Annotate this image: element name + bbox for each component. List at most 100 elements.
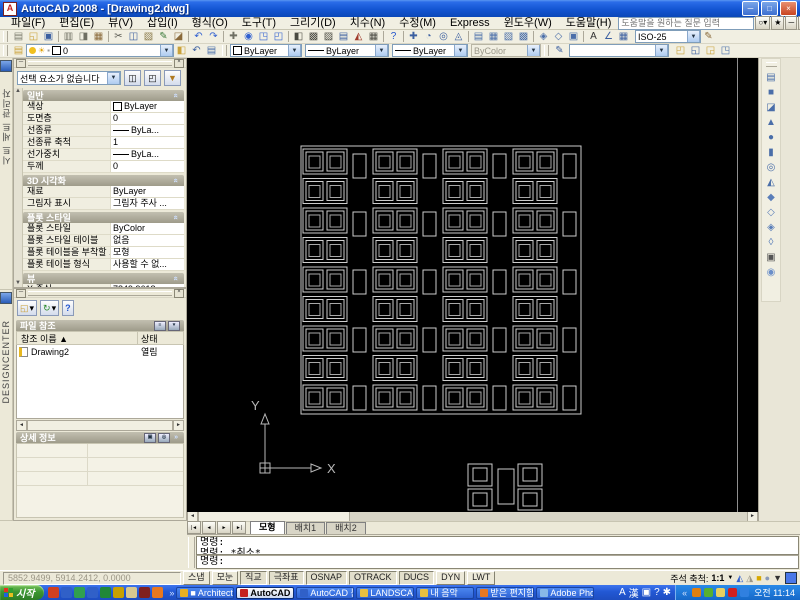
language-lang-hanja-icon[interactable]: 漢 <box>629 585 639 600</box>
3d-array-icon[interactable]: ▣ <box>566 30 581 43</box>
tab-배치2[interactable]: 배치2 <box>326 522 366 534</box>
pickadd-toggle-button[interactable]: ◫ <box>124 70 141 86</box>
mdi-minimize-button[interactable]: ─ <box>785 16 798 30</box>
language-ime-help-icon[interactable]: ? <box>654 587 660 598</box>
property-value[interactable]: ByLa... <box>111 125 184 136</box>
property-value[interactable]: ByLayer <box>111 101 184 112</box>
sweep-icon[interactable]: ◈ <box>764 220 779 235</box>
named-views-icon[interactable]: ◬ <box>451 30 466 43</box>
tray-clock-icon[interactable] <box>716 588 726 597</box>
loft-icon[interactable]: ◊ <box>764 235 779 250</box>
scroll-left-icon[interactable]: ◄ <box>16 419 27 431</box>
xref-frame-icon[interactable]: ◲ <box>703 44 718 57</box>
quicklaunch-outlook-icon[interactable] <box>74 587 86 598</box>
taskbar-button[interactable]: ■ Architect ... <box>176 586 235 599</box>
quicklaunch-media-player-icon[interactable] <box>139 587 151 598</box>
palette-close-icon[interactable]: × <box>174 58 184 68</box>
menu-item[interactable]: 수정(M) <box>392 17 443 29</box>
taskbar-button[interactable]: Adobe Phot... <box>536 586 595 599</box>
menu-item[interactable]: Express <box>443 17 497 29</box>
dim-style-combo[interactable]: ISO-25 ▼ <box>635 30 701 43</box>
start-button[interactable]: 시작 <box>0 585 45 600</box>
taskbar-button[interactable]: LANDSCAPE <box>356 586 415 599</box>
status-toggle-OSNAP[interactable]: OSNAP <box>305 571 348 585</box>
plot-icon[interactable]: ▥ <box>61 30 76 43</box>
quicklaunch-folder-shortcut-icon[interactable] <box>126 587 138 598</box>
tray-antivirus-icon[interactable] <box>728 588 738 597</box>
menu-item[interactable]: 파일(F) <box>4 17 52 29</box>
toolbar-grip[interactable] <box>544 45 549 56</box>
details-header[interactable]: 상세 정보 ▣ ◎ » <box>16 432 184 443</box>
menu-item[interactable]: 치수(N) <box>343 17 393 29</box>
properties-section-header[interactable]: 3D 시각화 « <box>23 175 184 186</box>
language-ime-settings-icon[interactable]: ✱ <box>663 587 671 598</box>
help-icon[interactable]: ? <box>386 30 401 43</box>
status-toggle-LWT[interactable]: LWT <box>467 571 496 585</box>
column-status[interactable]: 상태 <box>138 332 183 345</box>
status-toggle-DUCS[interactable]: DUCS <box>398 571 435 585</box>
tray-messenger-icon[interactable] <box>692 588 702 597</box>
undo-icon[interactable]: ↶ <box>191 30 206 43</box>
menu-item[interactable]: 도움말(H) <box>559 17 619 29</box>
quicklaunch-excel-icon[interactable] <box>100 587 112 598</box>
help-search-input[interactable] <box>618 16 755 30</box>
box-icon[interactable]: ■ <box>764 85 779 100</box>
palette-minimize-icon[interactable]: ─ <box>16 58 26 68</box>
revolve-icon[interactable]: ◇ <box>764 205 779 220</box>
render-icon[interactable]: ▩ <box>516 30 531 43</box>
text-style-icon[interactable]: A <box>586 30 601 43</box>
tab-first-button[interactable]: |◄ <box>187 521 201 534</box>
3d-hidden-icon[interactable]: ▧ <box>501 30 516 43</box>
dimension-update-icon[interactable]: ✎ <box>701 30 716 43</box>
tree-view-icon[interactable]: ▾ <box>168 320 180 331</box>
status-menu-arrow-icon[interactable]: ▼ <box>773 573 782 583</box>
minimize-button[interactable]: ─ <box>742 1 759 16</box>
quicklaunch-overflow-icon[interactable]: » <box>167 588 176 598</box>
pyramid-icon[interactable]: ◭ <box>764 175 779 190</box>
quicklaunch-show-desktop-icon[interactable] <box>48 587 60 598</box>
quickcalc-icon[interactable]: ▦ <box>366 30 381 43</box>
status-tray-person-icon[interactable]: ● <box>765 573 770 583</box>
scroll-down-icon[interactable]: ▼ <box>15 280 21 287</box>
layer-combo[interactable]: ☀ ▪ 0 ▼ <box>26 44 174 57</box>
extrude-icon[interactable]: ◆ <box>764 190 779 205</box>
tab-last-button[interactable]: ►| <box>232 521 246 534</box>
clip-xref-icon[interactable]: ◱ <box>688 44 703 57</box>
language-ime-pad-icon[interactable]: ▣ <box>642 587 651 598</box>
status-toggle-OTRACK[interactable]: OTRACK <box>349 571 397 585</box>
properties-section-header[interactable]: 플롯 스타일 « <box>23 212 184 223</box>
status-toggle-스냅[interactable]: 스냅 <box>183 571 210 585</box>
details-view-icon[interactable]: ▣ <box>144 432 157 443</box>
attach-file-button[interactable]: ◱ ▾ <box>17 300 38 316</box>
tray-network-icon[interactable] <box>740 588 750 597</box>
property-value[interactable]: 1 <box>111 137 184 148</box>
close-button[interactable]: × <box>780 1 797 16</box>
property-row[interactable]: 플롯 테이블 형식 사용할 수 없... <box>23 259 184 271</box>
wedge-icon[interactable]: ◪ <box>764 100 779 115</box>
clock[interactable]: 오전 11:14 <box>752 586 795 599</box>
scroll-right-icon[interactable]: ► <box>173 419 184 431</box>
property-value[interactable]: 7849.9618 <box>111 284 184 287</box>
coordinates-readout[interactable]: 5852.9499, 5914.2412, 0.0000 <box>3 571 181 585</box>
menu-item[interactable]: 편집(E) <box>52 17 101 29</box>
orbit-icon[interactable]: ◔ <box>421 30 436 43</box>
tray-collapse-icon[interactable]: « <box>680 588 689 598</box>
property-value[interactable]: 없음 <box>111 235 184 246</box>
menu-item[interactable]: 윈도우(W) <box>497 17 559 29</box>
xref-column-headers[interactable]: 참조 이름 ▲ 상태 <box>16 331 184 345</box>
language-lang-latin-icon[interactable]: A <box>619 587 626 598</box>
zoom-window-icon[interactable]: ◳ <box>256 30 271 43</box>
pan-icon[interactable]: ✚ <box>226 30 241 43</box>
property-row[interactable]: 재료 ByLayer <box>23 186 184 198</box>
drawing-canvas[interactable]: YX <box>187 58 758 512</box>
command-prompt[interactable]: 명령: <box>196 555 799 569</box>
qnew-icon[interactable]: ▤ <box>11 30 26 43</box>
property-row[interactable]: 도면층 0 <box>23 113 184 125</box>
clean-screen-button[interactable] <box>785 572 797 584</box>
attach-xref-icon[interactable]: ◰ <box>673 44 688 57</box>
paste-icon[interactable]: ▧ <box>141 30 156 43</box>
xref-help-button[interactable]: ? <box>62 300 74 316</box>
menu-item[interactable]: 그리기(D) <box>283 17 343 29</box>
command-window-grip[interactable] <box>188 537 195 568</box>
visual-styles-icon[interactable]: ▦ <box>486 30 501 43</box>
